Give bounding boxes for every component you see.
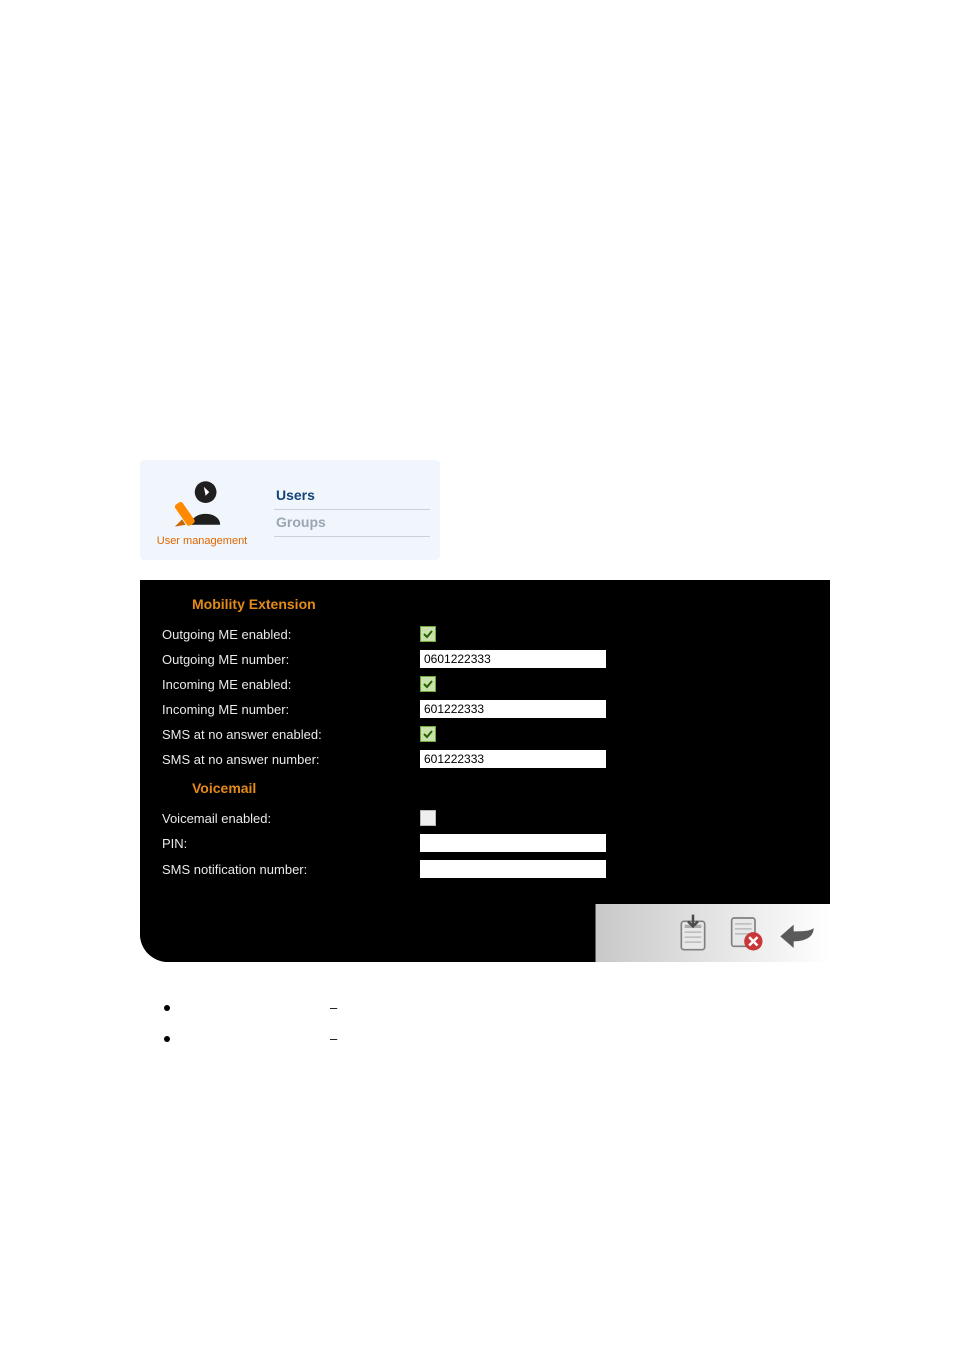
row-pin: PIN: [162,830,808,856]
label-voicemail-enabled: Voicemail enabled: [162,811,412,826]
row-voicemail-enabled: Voicemail enabled: [162,806,808,830]
checkbox-voicemail-enabled[interactable] [420,810,436,826]
label-sms-noanswer-number: SMS at no answer number: [162,752,412,767]
check-icon [423,729,433,739]
panel-footer [140,904,830,962]
row-outgoing-me-number: Outgoing ME number: [162,646,808,672]
checkbox-sms-noanswer-enabled[interactable] [420,726,436,742]
bullet-dash-1: – [330,1000,337,1015]
section-title-voicemail: Voicemail [162,772,808,806]
row-sms-noanswer-enabled: SMS at no answer enabled: [162,722,808,746]
bullet-dot-icon [164,1005,170,1011]
check-icon [423,679,433,689]
save-icon [673,913,713,953]
nav-link-groups[interactable]: Groups [274,510,430,537]
input-sms-notification-number[interactable] [420,860,606,878]
top-spacer [0,0,954,460]
nav-link-users[interactable]: Users [274,483,430,510]
section-title-mobility: Mobility Extension [162,588,808,622]
save-button[interactable] [672,912,714,954]
checkbox-outgoing-me-enabled[interactable] [420,626,436,642]
row-incoming-me-enabled: Incoming ME enabled: [162,672,808,696]
label-incoming-me-enabled: Incoming ME enabled: [162,677,412,692]
input-incoming-me-number[interactable] [420,700,606,718]
row-incoming-me-number: Incoming ME number: [162,696,808,722]
row-sms-notification-number: SMS notification number: [162,856,808,882]
label-sms-notification-number: SMS notification number: [162,862,412,877]
label-outgoing-me-number: Outgoing ME number: [162,652,412,667]
label-pin: PIN: [162,836,412,851]
user-management-nav: User management Users Groups [140,460,440,560]
input-outgoing-me-number[interactable] [420,650,606,668]
input-pin[interactable] [420,834,606,852]
user-management-icon-column: User management [140,460,264,560]
user-management-icon [172,473,232,533]
row-sms-noanswer-number: SMS at no answer number: [162,746,808,772]
input-sms-noanswer-number[interactable] [420,750,606,768]
back-button[interactable] [776,912,818,954]
bullet-item-2: – [140,1023,830,1054]
back-arrow-icon [777,913,817,953]
check-icon [423,629,433,639]
checkbox-incoming-me-enabled[interactable] [420,676,436,692]
delete-button[interactable] [724,912,766,954]
label-sms-noanswer-enabled: SMS at no answer enabled: [162,727,412,742]
nav-links: Users Groups [264,460,440,560]
delete-icon [725,913,765,953]
settings-panel: Mobility Extension Outgoing ME enabled: … [140,580,830,962]
bullet-dash-2: – [330,1031,337,1046]
user-management-label: User management [157,535,248,547]
bullet-list: – – [140,992,830,1054]
label-incoming-me-number: Incoming ME number: [162,702,412,717]
bullet-item-1: – [140,992,830,1023]
bullet-dot-icon [164,1036,170,1042]
row-outgoing-me-enabled: Outgoing ME enabled: [162,622,808,646]
label-outgoing-me-enabled: Outgoing ME enabled: [162,627,412,642]
